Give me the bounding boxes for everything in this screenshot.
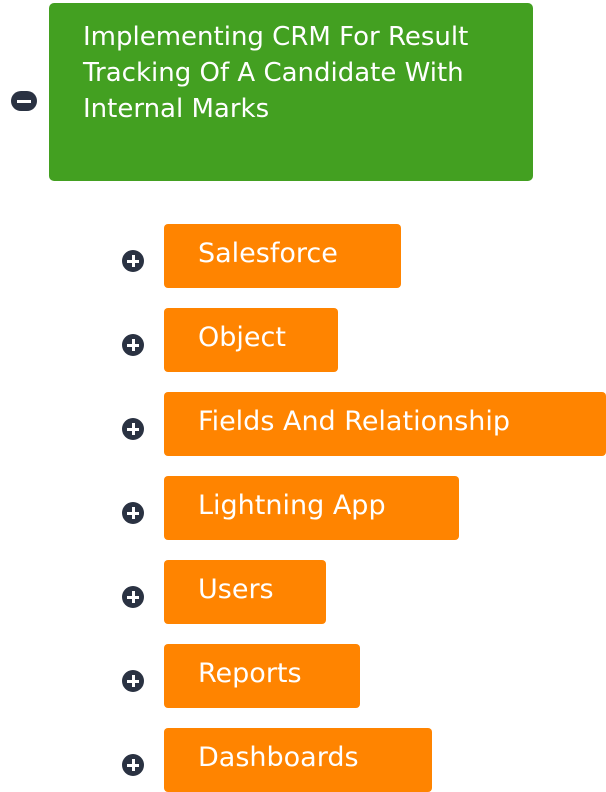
- expand-salesforce-plus-circle-icon[interactable]: [122, 250, 144, 272]
- expand-users-plus-circle-icon[interactable]: [122, 586, 144, 608]
- topic-label: Users: [198, 574, 274, 605]
- root-topic-label: Implementing CRM For Result Tracking Of …: [83, 22, 469, 124]
- topic-label: Reports: [198, 658, 302, 689]
- topic-label: Dashboards: [198, 742, 359, 773]
- topic-node-fields-and-relationship[interactable]: Fields And Relationship: [164, 392, 606, 456]
- root-topic-node[interactable]: Implementing CRM For Result Tracking Of …: [49, 3, 533, 181]
- topic-label: Salesforce: [198, 238, 338, 269]
- expand-dashboards-plus-circle-icon[interactable]: [122, 754, 144, 776]
- expand-reports-plus-circle-icon[interactable]: [122, 670, 144, 692]
- expand-fields-and-relationship-plus-circle-icon[interactable]: [122, 418, 144, 440]
- topic-label: Lightning App: [198, 490, 386, 521]
- minus-circle-icon[interactable]: [11, 91, 37, 111]
- topic-node-lightning-app[interactable]: Lightning App: [164, 476, 459, 540]
- topic-node-users[interactable]: Users: [164, 560, 326, 624]
- topic-node-dashboards[interactable]: Dashboards: [164, 728, 432, 792]
- expand-lightning-app-plus-circle-icon[interactable]: [122, 502, 144, 524]
- topic-node-reports[interactable]: Reports: [164, 644, 360, 708]
- topic-node-object[interactable]: Object: [164, 308, 338, 372]
- expand-object-plus-circle-icon[interactable]: [122, 334, 144, 356]
- topic-node-salesforce[interactable]: Salesforce: [164, 224, 401, 288]
- topic-label: Fields And Relationship: [198, 406, 511, 437]
- topic-label: Object: [198, 322, 286, 353]
